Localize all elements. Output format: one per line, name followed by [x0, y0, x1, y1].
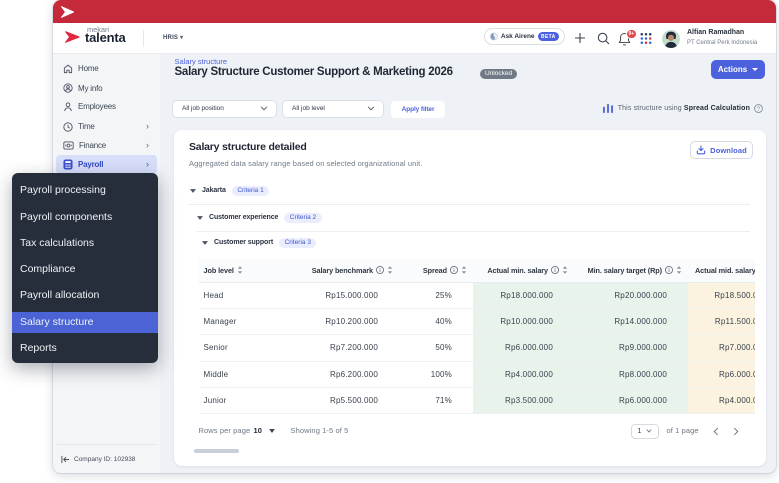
svg-text:?: ? — [757, 107, 760, 113]
